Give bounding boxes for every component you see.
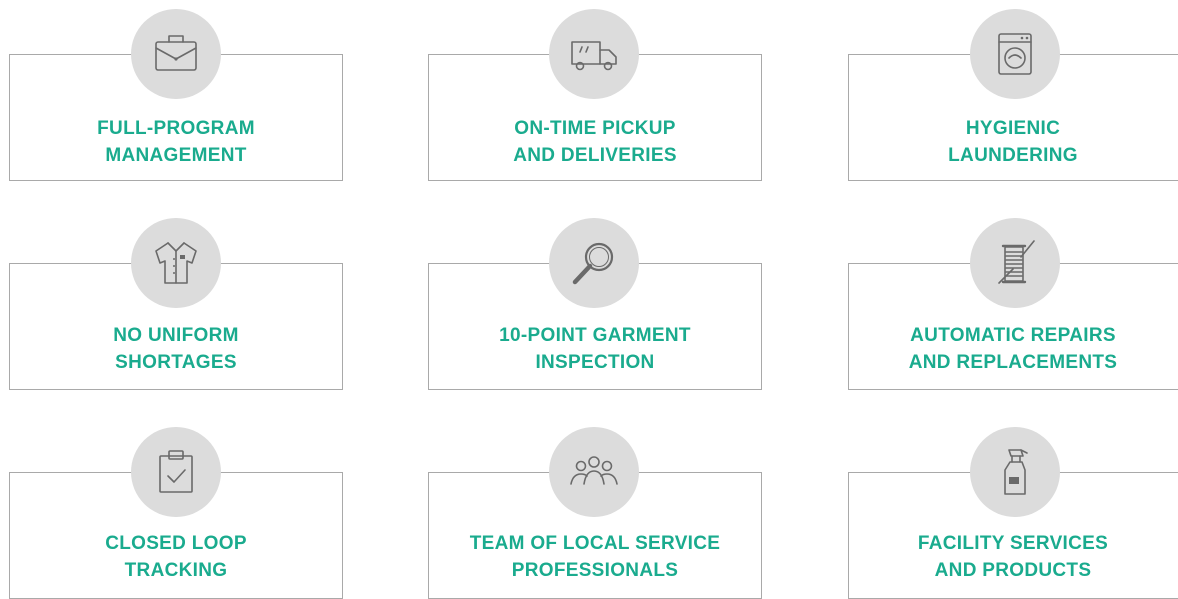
service-label: NO UNIFORM SHORTAGES — [113, 325, 239, 373]
icon-circle — [970, 218, 1060, 308]
service-label: FACILITY SERVICES AND PRODUCTS — [917, 533, 1109, 581]
icon-circle — [970, 427, 1060, 517]
service-label: TEAM OF LOCAL SERVICE PROFESSIONALS — [469, 533, 721, 581]
service-label: 10-POINT GARMENT INSPECTION — [499, 325, 691, 373]
service-label: CLOSED LOOP TRACKING — [105, 533, 247, 581]
thread-spool-needle-icon — [998, 240, 1035, 284]
service-label: ON-TIME PICKUP AND DELIVERIES — [513, 118, 677, 166]
service-label: FULL-PROGRAM MANAGEMENT — [97, 118, 255, 166]
clipboard-check-icon — [159, 450, 193, 493]
magnifying-glass-icon — [572, 242, 614, 285]
icon-circle — [549, 9, 639, 99]
delivery-truck-icon — [571, 41, 617, 71]
icon-circle — [970, 9, 1060, 99]
service-label: AUTOMATIC REPAIRS AND REPLACEMENTS — [908, 325, 1118, 373]
briefcase-icon — [155, 35, 197, 71]
icon-circle — [131, 427, 221, 517]
spray-bottle-icon — [1004, 449, 1028, 495]
icon-circle — [131, 218, 221, 308]
icon-circle — [549, 218, 639, 308]
service-label: HYGIENIC LAUNDERING — [948, 118, 1078, 166]
icon-circle — [549, 427, 639, 517]
uniform-shirt-icon — [155, 242, 197, 284]
washing-machine-icon — [998, 33, 1032, 75]
team-people-icon — [570, 456, 618, 485]
icon-circle — [131, 9, 221, 99]
